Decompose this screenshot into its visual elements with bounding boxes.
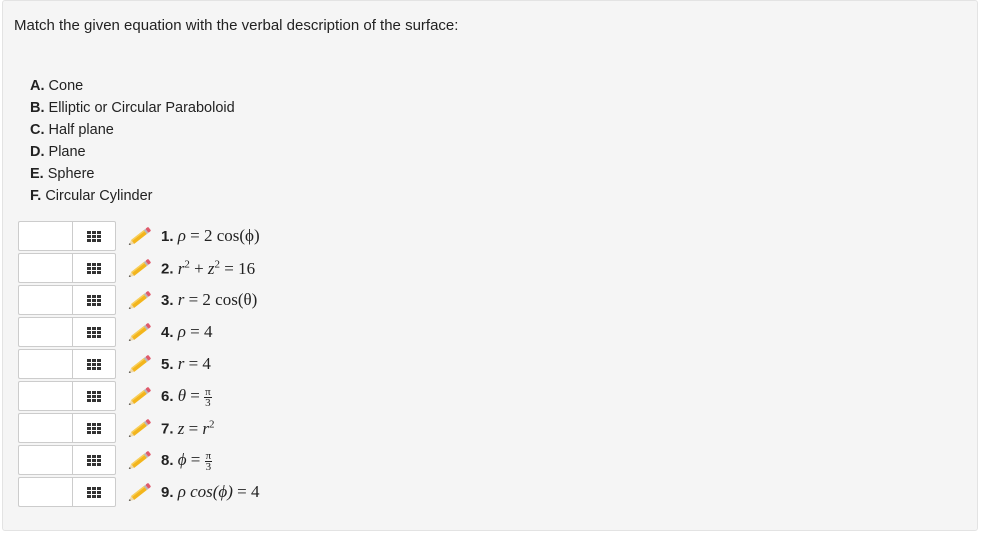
- option-text: Circular Cylinder: [45, 188, 153, 204]
- option-text: Elliptic or Circular Paraboloid: [48, 100, 235, 116]
- pencil-icon[interactable]: [124, 449, 154, 473]
- option-picker-button[interactable]: [72, 253, 116, 283]
- option-text: Cone: [48, 78, 84, 94]
- math-expression: ρ = 2 cos(ϕ): [177, 226, 260, 245]
- pencil-icon[interactable]: [124, 353, 154, 377]
- grid-icon: [87, 262, 101, 274]
- options-list: A. Cone B. Elliptic or Circular Parabolo…: [30, 75, 235, 207]
- option-picker-button[interactable]: [72, 349, 116, 379]
- answer-input-1[interactable]: [18, 221, 72, 251]
- math-expression: r = 2 cos(θ): [177, 290, 258, 309]
- grid-icon: [87, 230, 101, 242]
- option-letter: F.: [30, 188, 42, 204]
- item-number: 3.: [161, 292, 174, 309]
- equation-1: 1. ρ = 2 cos(ϕ): [161, 226, 260, 246]
- option-text: Plane: [48, 144, 86, 160]
- question-card: Match the given equation with the verbal…: [2, 0, 978, 531]
- option-letter: B.: [30, 100, 45, 116]
- item-number: 4.: [161, 324, 174, 341]
- equation-9: 9. ρ cos(ϕ) = 4: [161, 482, 259, 502]
- answer-input-4[interactable]: [18, 317, 72, 347]
- pencil-icon[interactable]: [124, 225, 154, 249]
- item-number: 7.: [161, 420, 174, 438]
- grid-icon: [87, 390, 101, 402]
- math-expression: ρ = 4: [177, 322, 213, 341]
- math-expression: r2 + z2 = 16: [177, 258, 256, 278]
- equation-6: 6. θ = π3: [161, 386, 212, 408]
- math-expression: r = 4: [177, 354, 211, 373]
- pencil-icon[interactable]: [124, 289, 154, 313]
- item-number: 2.: [161, 260, 174, 278]
- option-picker-button[interactable]: [72, 477, 116, 507]
- item-number: 5.: [161, 356, 174, 373]
- pencil-icon[interactable]: [124, 385, 154, 409]
- answer-input-3[interactable]: [18, 285, 72, 315]
- item-number: 1.: [161, 228, 174, 245]
- option-picker-button[interactable]: [72, 285, 116, 315]
- option-c: C. Half plane: [30, 119, 235, 141]
- equation-3: 3. r = 2 cos(θ): [161, 290, 257, 310]
- option-picker-button[interactable]: [72, 413, 116, 443]
- grid-icon: [87, 422, 101, 434]
- item-number: 9.: [161, 484, 174, 501]
- grid-icon: [87, 358, 101, 370]
- option-e: E. Sphere: [30, 163, 235, 185]
- option-text: Half plane: [48, 122, 114, 138]
- math-expression: z = r2: [177, 418, 215, 438]
- option-letter: E.: [30, 166, 44, 182]
- pencil-icon[interactable]: [124, 481, 154, 505]
- option-text: Sphere: [47, 166, 95, 182]
- math-expression: ρ cos(ϕ) = 4: [177, 482, 260, 501]
- pencil-icon[interactable]: [124, 321, 154, 345]
- option-picker-button[interactable]: [72, 221, 116, 251]
- answer-input-5[interactable]: [18, 349, 72, 379]
- grid-icon: [87, 454, 101, 466]
- answer-input-8[interactable]: [18, 445, 72, 475]
- item-number: 8.: [161, 452, 174, 469]
- answer-input-6[interactable]: [18, 381, 72, 411]
- math-expression: ϕ = π3: [177, 449, 213, 473]
- grid-icon: [87, 486, 101, 498]
- pencil-icon[interactable]: [124, 257, 154, 281]
- pencil-icon[interactable]: [124, 417, 154, 441]
- answer-input-9[interactable]: [18, 477, 72, 507]
- option-letter: D.: [30, 144, 45, 160]
- math-expression: θ = π3: [177, 385, 212, 409]
- option-picker-button[interactable]: [72, 381, 116, 411]
- option-letter: C.: [30, 122, 45, 138]
- option-picker-button[interactable]: [72, 317, 116, 347]
- equation-5: 5. r = 4: [161, 354, 211, 374]
- grid-icon: [87, 326, 101, 338]
- option-f: F. Circular Cylinder: [30, 185, 235, 207]
- option-a: A. Cone: [30, 75, 235, 97]
- question-prompt: Match the given equation with the verbal…: [14, 17, 459, 34]
- equation-4: 4. ρ = 4: [161, 322, 212, 342]
- option-d: D. Plane: [30, 141, 235, 163]
- equation-2: 2. r2 + z2 = 16: [161, 258, 255, 279]
- equation-7: 7. z = r2: [161, 418, 215, 439]
- option-b: B. Elliptic or Circular Paraboloid: [30, 97, 235, 119]
- option-picker-button[interactable]: [72, 445, 116, 475]
- equation-8: 8. ϕ = π3: [161, 449, 213, 473]
- item-number: 6.: [161, 388, 174, 405]
- answer-input-2[interactable]: [18, 253, 72, 283]
- grid-icon: [87, 294, 101, 306]
- option-letter: A.: [30, 78, 45, 94]
- answer-input-7[interactable]: [18, 413, 72, 443]
